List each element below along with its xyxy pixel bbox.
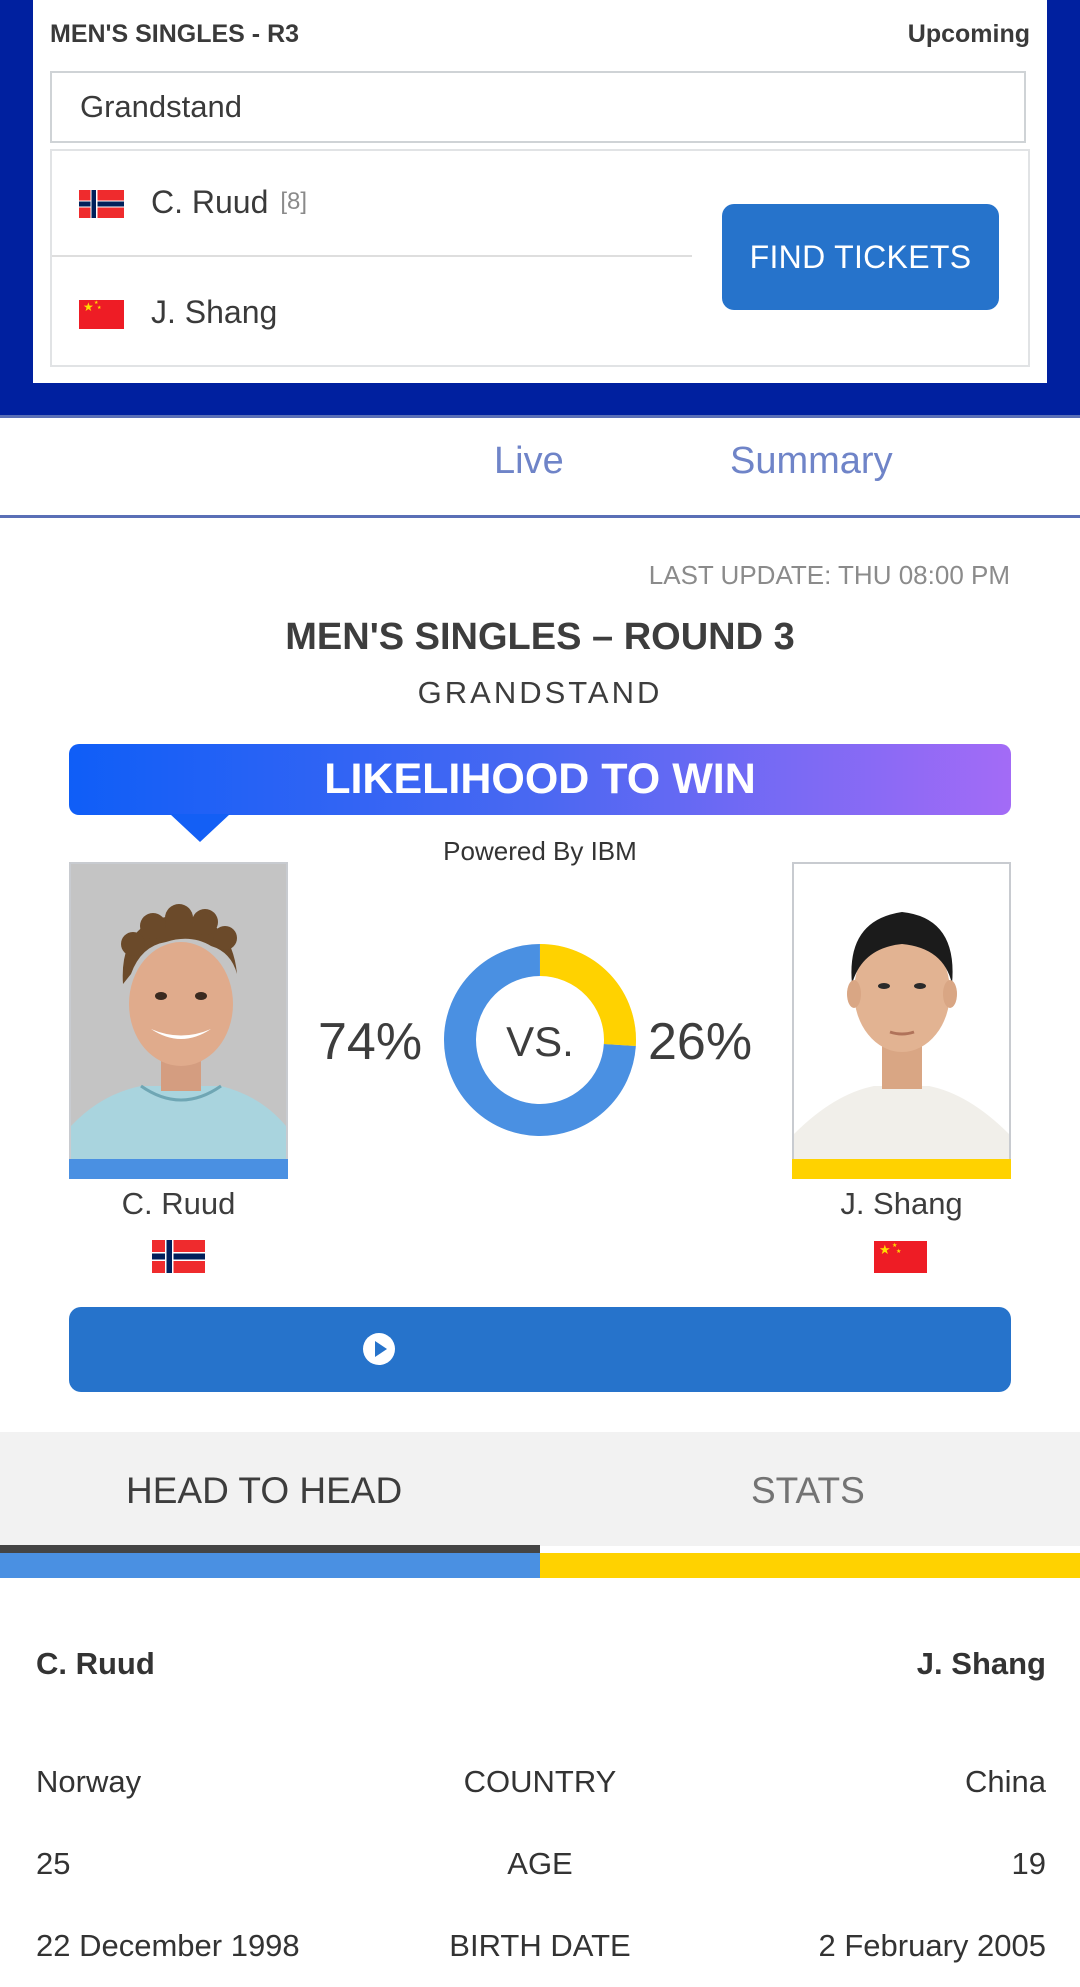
play-icon[interactable] (359, 1329, 399, 1369)
vs-label: VS. (506, 1018, 574, 1065)
china-flag-icon: ★ ★ ★ (874, 1241, 927, 1273)
tab-summary[interactable]: Summary (730, 440, 893, 483)
last-update-text: LAST UPDATE: THU 08:00 PM (648, 560, 1010, 590)
player2-win-percentage: 26% (648, 1013, 753, 1071)
find-tickets-button[interactable]: FIND TICKETS (722, 204, 999, 310)
norway-flag-icon (152, 1240, 205, 1273)
tab-head-to-head[interactable]: HEAD TO HEAD (126, 1470, 402, 1512)
player1-portrait-image (71, 864, 286, 1176)
player1-name: C. Ruud (121, 1186, 236, 1221)
player1-color-strip (0, 1553, 540, 1578)
player2-photo[interactable] (792, 862, 1011, 1178)
win-probability-donut: VS. (444, 944, 636, 1136)
card-player1[interactable]: C. Ruud [8] (151, 184, 307, 221)
country-label: COUNTRY (463, 1764, 617, 1799)
player2-name: J. Shang (840, 1186, 963, 1221)
page-subtitle: GRANDSTAND (417, 675, 663, 710)
tabs-bottom-divider (0, 515, 1080, 518)
player1-color-bar (69, 1159, 288, 1179)
country-player2-value: China (965, 1764, 1046, 1799)
h2h-active-indicator (0, 1545, 540, 1553)
card-player2-name[interactable]: J. Shang (151, 294, 277, 331)
active-tab-indicator (185, 508, 331, 515)
player1-photo[interactable] (69, 862, 288, 1178)
match-status-label: Upcoming (907, 20, 1030, 48)
tab-preview[interactable]: Preview (185, 440, 329, 483)
compare-player2-name: J. Shang (916, 1646, 1046, 1681)
player2-color-bar (792, 1159, 1011, 1179)
player1-win-percentage: 74% (318, 1013, 423, 1071)
video-preview-button[interactable] (69, 1307, 1011, 1392)
card-player1-name: C. Ruud (151, 184, 269, 220)
compare-player1-name: C. Ruud (36, 1646, 155, 1681)
tab-live[interactable]: Live (494, 440, 564, 483)
court-name: Grandstand (80, 89, 242, 124)
age-player2-value: 19 (1011, 1846, 1046, 1881)
match-card-title: MEN'S SINGLES - R3 (50, 20, 300, 48)
china-flag-icon: ★ ★ ★ (79, 300, 124, 329)
tab-stats[interactable]: STATS (751, 1470, 865, 1512)
tabs-top-divider (0, 415, 1080, 418)
seed-badge: [8] (280, 188, 308, 215)
birthdate-player2-value: 2 February 2005 (818, 1928, 1046, 1963)
age-label: AGE (507, 1846, 573, 1881)
page-title: MEN'S SINGLES – ROUND 3 (285, 616, 795, 658)
likelihood-to-win-banner: LIKELIHOOD TO WIN (69, 744, 1011, 815)
player2-color-strip (540, 1553, 1080, 1578)
norway-flag-icon (79, 190, 124, 218)
player-divider (52, 255, 692, 257)
player2-portrait-image (794, 864, 1009, 1176)
